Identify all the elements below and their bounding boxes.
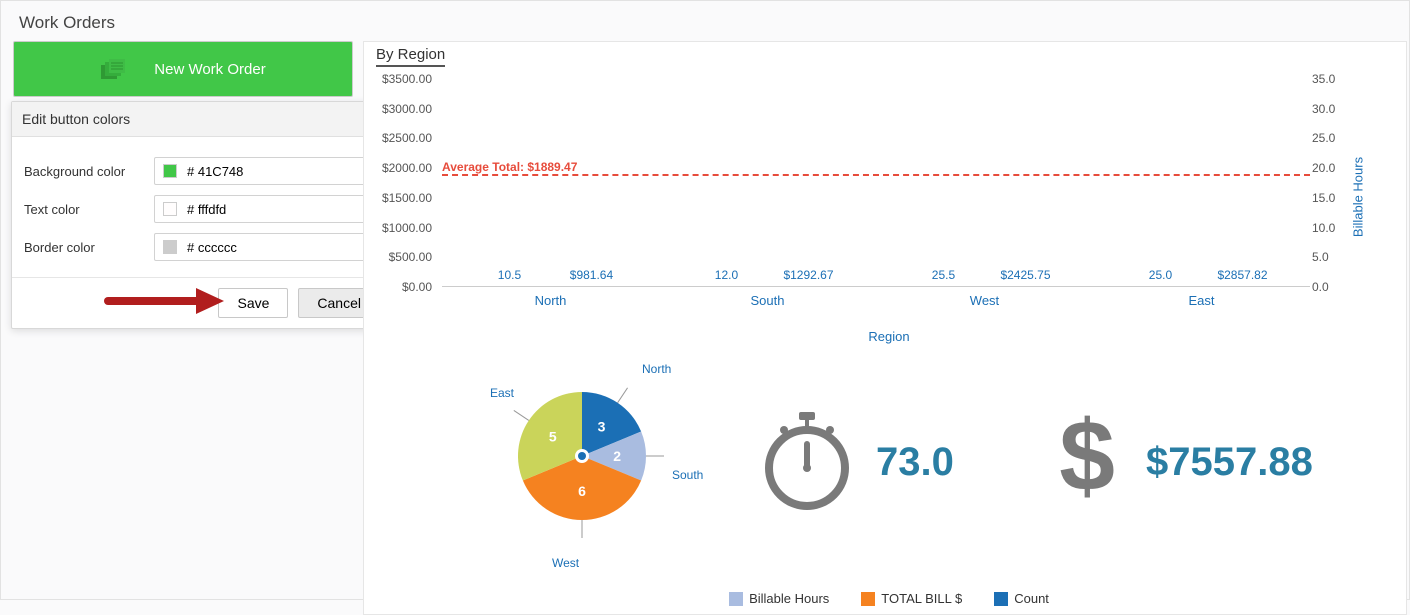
y-right-tick: 5.0	[1312, 250, 1372, 264]
y-right-tick: 0.0	[1312, 280, 1372, 294]
bar-value-label: $2857.82	[1205, 268, 1279, 282]
x-category-label: West	[902, 293, 1067, 308]
y2-axis-label: Billable Hours	[1350, 157, 1365, 237]
bar-value-label: 12.0	[689, 268, 763, 282]
legend-swatch	[861, 592, 875, 606]
legend-label: Billable Hours	[749, 591, 829, 606]
bar-value-label: $1292.67	[771, 268, 845, 282]
pie-value-label: 2	[613, 448, 621, 464]
bar-value-label: $2425.75	[988, 268, 1062, 282]
average-line: Average Total: $1889.47	[442, 174, 1310, 176]
pie-leader-line	[618, 388, 628, 403]
border-color-swatch	[163, 240, 177, 254]
legend-item-total-bill: TOTAL BILL $	[861, 591, 962, 606]
annotation-arrow-icon	[104, 286, 224, 316]
pie-label-east: East	[490, 386, 514, 400]
legend-item-billable-hours: Billable Hours	[729, 591, 829, 606]
bg-color-field[interactable]	[154, 157, 378, 185]
pie-value-label: 5	[549, 428, 557, 444]
text-color-swatch	[163, 202, 177, 216]
y-right-tick: 25.0	[1312, 131, 1372, 145]
legend-label: TOTAL BILL $	[881, 591, 962, 606]
text-color-label: Text color	[24, 202, 154, 217]
y-left-tick: $2500.00	[372, 131, 432, 145]
legend-item-count: Count	[994, 591, 1049, 606]
save-button[interactable]: Save	[218, 288, 288, 318]
main-content: By Region $3500.00 $3000.00 $2500.00 $2000.…	[363, 41, 1407, 615]
edit-button-colors-dialog: Edit button colors Background color Text…	[11, 101, 391, 329]
new-work-order-button[interactable]: New Work Order	[13, 41, 353, 97]
y-axis-left: $3500.00$3000.00$2500.00$2000.00$1500.00…	[372, 79, 432, 287]
border-color-field[interactable]	[154, 233, 378, 261]
svg-text:$: $	[1059, 410, 1115, 510]
bar-value-label: 10.5	[472, 268, 546, 282]
dollar-icon: $	[1052, 410, 1122, 515]
y-right-tick: 35.0	[1312, 72, 1372, 86]
stopwatch-icon	[762, 410, 852, 515]
pie-chart: 32 6 5 North South West East	[472, 356, 712, 596]
legend-label: Count	[1014, 591, 1049, 606]
text-color-input[interactable]	[185, 196, 377, 222]
plot-area: Average Total: $1889.47 10.5$981.64North…	[442, 79, 1310, 287]
border-color-input[interactable]	[185, 234, 377, 260]
y-left-tick: $0.00	[372, 280, 432, 294]
new-work-order-label: New Work Order	[154, 61, 265, 78]
kpi-total-value: $7557.88	[1146, 440, 1313, 485]
y-left-tick: $3000.00	[372, 102, 432, 116]
y-left-tick: $3500.00	[372, 72, 432, 86]
page-title: Work Orders	[19, 13, 115, 33]
bg-color-swatch	[163, 164, 177, 178]
pie-label-north: North	[642, 362, 671, 376]
x-category-label: North	[468, 293, 633, 308]
bar-value-label: 25.5	[906, 268, 980, 282]
kpi-total: $ $7557.88	[1052, 410, 1313, 515]
x-category-label: South	[685, 293, 850, 308]
y-left-tick: $1000.00	[372, 221, 432, 235]
kpi-hours-value: 73.0	[876, 440, 954, 485]
documents-stack-icon	[100, 58, 126, 80]
pie-label-south: South	[672, 468, 703, 482]
pie-value-label: 6	[578, 483, 586, 499]
bg-color-label: Background color	[24, 164, 154, 179]
legend-swatch	[729, 592, 743, 606]
dialog-title: Edit button colors	[22, 111, 130, 127]
border-color-label: Border color	[24, 240, 154, 255]
text-color-field[interactable]	[154, 195, 378, 223]
legend-swatch	[994, 592, 1008, 606]
chart-subtitle: By Region	[376, 46, 445, 67]
kpi-hours: 73.0	[762, 410, 954, 515]
bar-value-label: $981.64	[554, 268, 628, 282]
y-left-tick: $2000.00	[372, 161, 432, 175]
bar-value-label: 25.0	[1123, 268, 1197, 282]
pie-leader-line	[514, 410, 529, 420]
y-left-tick: $500.00	[372, 250, 432, 264]
bar-chart: $3500.00 $3000.00 $2500.00 $2000.00 $1500.00…	[372, 67, 1406, 327]
average-label: Average Total: $1889.47	[442, 160, 577, 176]
legend: Billable Hours TOTAL BILL $ Count	[372, 591, 1406, 606]
y-left-tick: $1500.00	[372, 191, 432, 205]
x-axis-label: Region	[372, 329, 1406, 344]
y-right-tick: 30.0	[1312, 102, 1372, 116]
pie-label-west: West	[552, 556, 579, 570]
pie-value-label: 3	[598, 419, 606, 435]
bg-color-input[interactable]	[185, 158, 377, 184]
x-category-label: East	[1119, 293, 1284, 308]
